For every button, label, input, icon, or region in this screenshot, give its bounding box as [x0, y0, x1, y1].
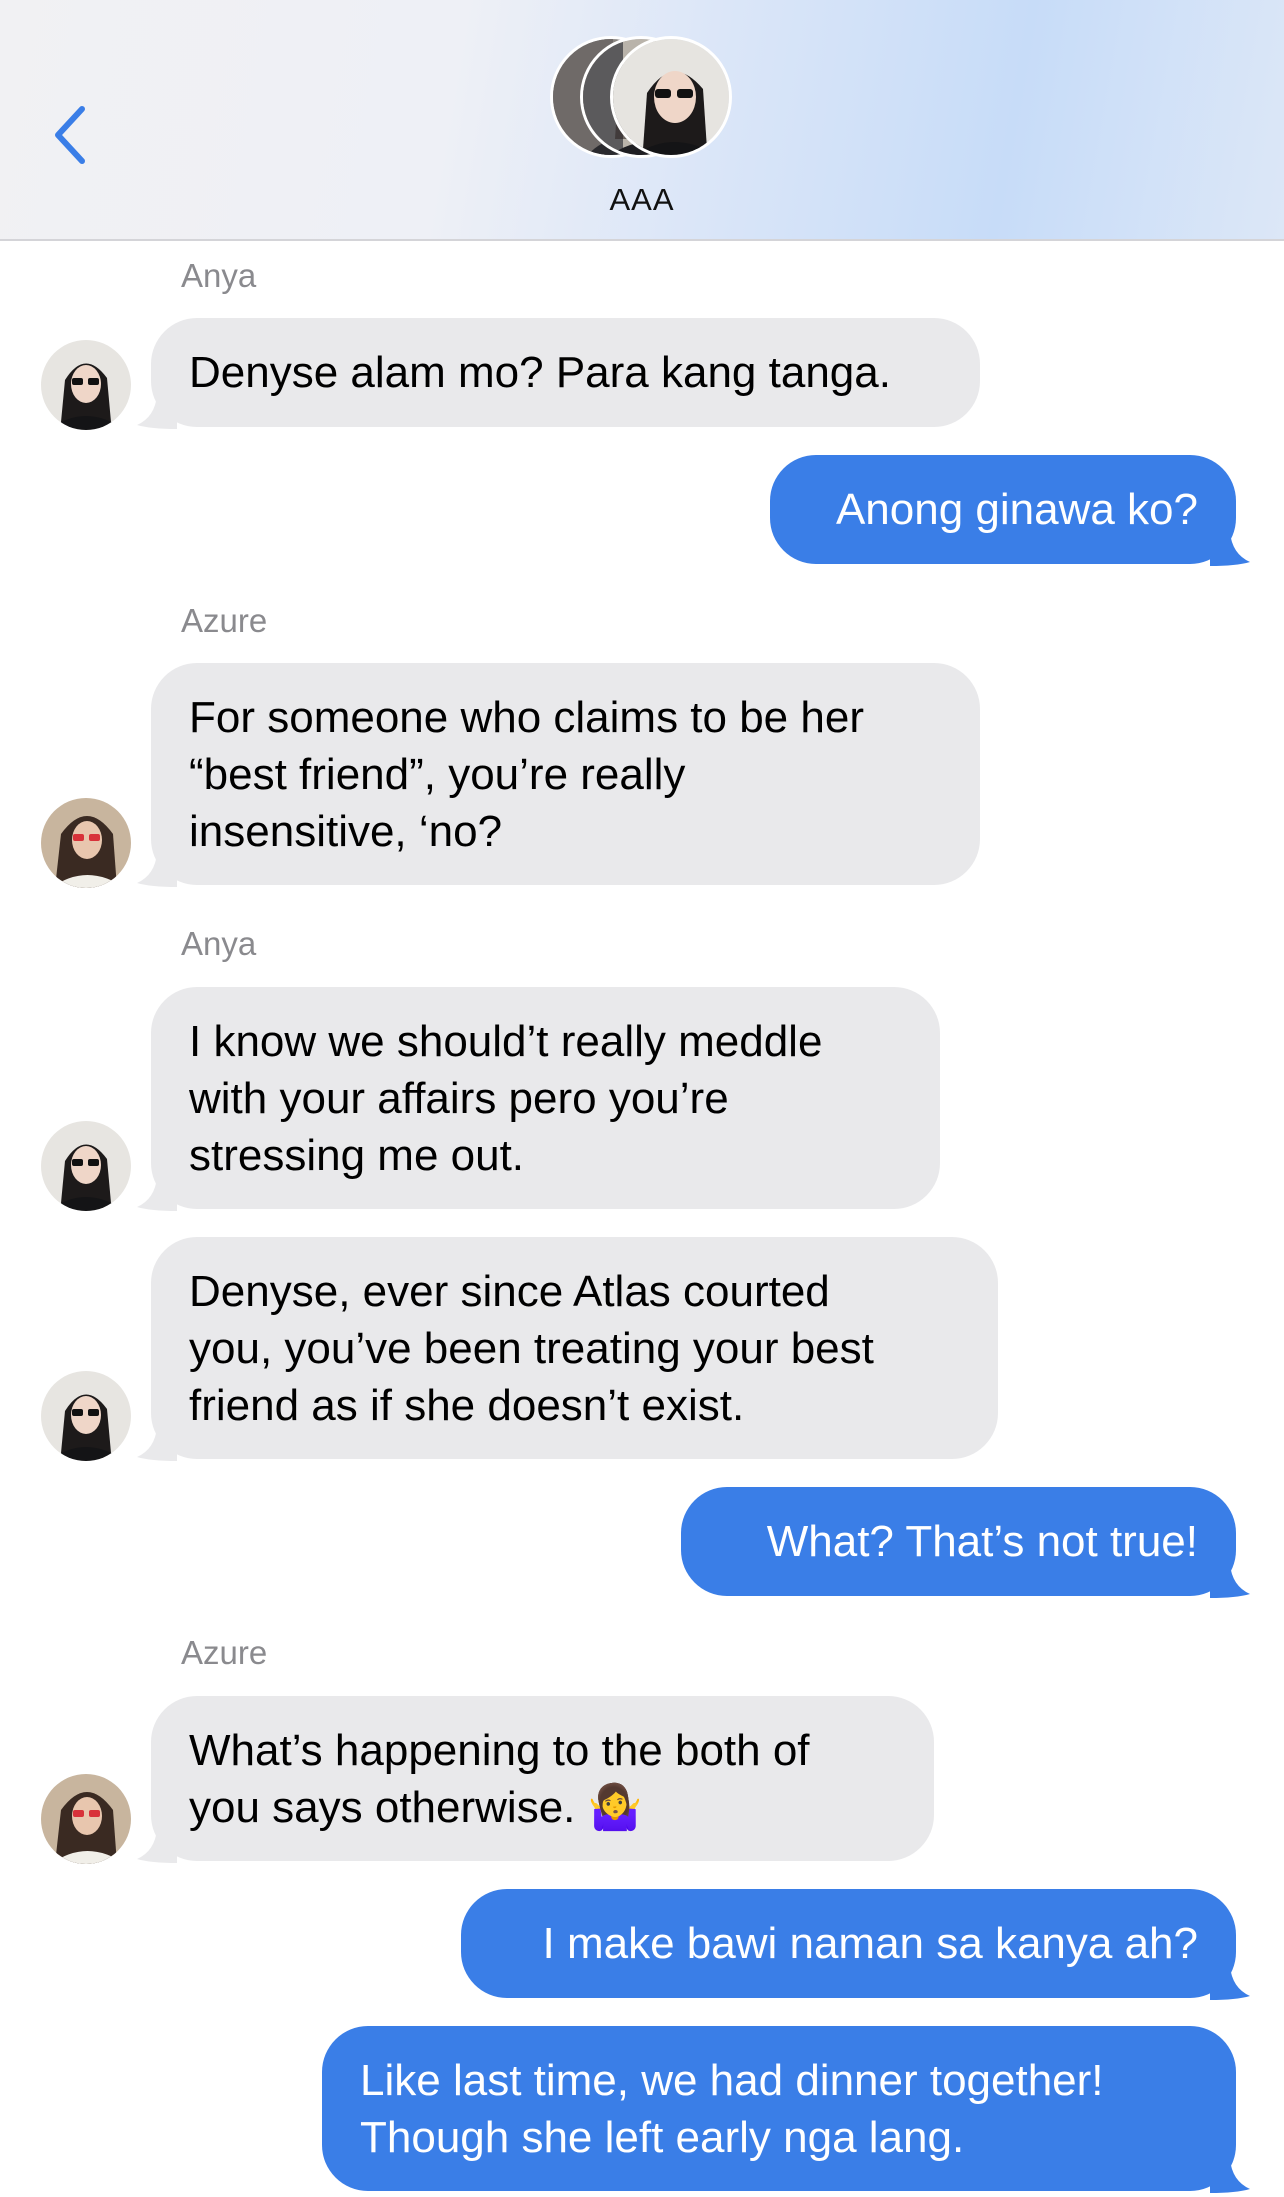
avatar-anya[interactable] [41, 1371, 131, 1461]
message-text-line: with your affairs pero you’re [189, 1074, 729, 1123]
bubble-tail [1210, 1564, 1250, 1598]
message-text-line: Though she left early nga lang. [360, 2113, 965, 2162]
message-bubble-outgoing[interactable]: I make bawi naman sa kanya ah? [461, 1889, 1250, 2000]
message-text-line: Like last time, we had dinner together! [360, 2056, 1104, 2105]
message-bubble-incoming[interactable]: What’s happening to the both of you says… [137, 1696, 934, 1863]
message-text: What? That’s not true! [766, 1517, 1198, 1566]
bubble-tail [137, 1829, 177, 1863]
message-text-line: friend as if she doesn’t exist. [189, 1381, 745, 1430]
bubble-tail [1210, 2159, 1250, 2193]
message-text-line: I know we should’t really meddle [189, 1017, 823, 1066]
back-button[interactable] [40, 95, 100, 175]
bubble-tail [137, 853, 177, 887]
sender-name: Anya [181, 257, 257, 294]
message-text-line: What’s happening to the both of [189, 1726, 810, 1775]
sender-name: Azure [181, 1634, 268, 1671]
bubble-tail [1210, 532, 1250, 566]
group-avatar-stack[interactable] [550, 36, 732, 162]
chevron-left-icon [55, 106, 85, 164]
avatar-azure[interactable] [41, 1774, 131, 1864]
avatar-anya[interactable] [41, 340, 131, 430]
message-bubble-outgoing[interactable]: What? That’s not true! [681, 1487, 1250, 1598]
bubble-tail [137, 1427, 177, 1461]
message-bubble-outgoing[interactable]: Like last time, we had dinner together! … [322, 2026, 1250, 2193]
bubble-tail [137, 1177, 177, 1211]
message-bubble-incoming[interactable]: I know we should’t really meddle with yo… [137, 987, 940, 1211]
avatar-anya[interactable] [41, 1121, 131, 1211]
message-bubble-outgoing[interactable]: Anong ginawa ko? [770, 455, 1250, 566]
message-text-line: stressing me out. [189, 1131, 525, 1180]
bubble-tail [137, 395, 177, 429]
bubble-tail [1210, 1966, 1250, 2000]
sender-name: Anya [181, 925, 257, 962]
message-text-line: Denyse, ever since Atlas courted [189, 1267, 830, 1316]
message-bubble-incoming[interactable]: Denyse alam mo? Para kang tanga. [137, 318, 980, 429]
message-text-line: you, you’ve been treating your best [189, 1324, 874, 1373]
message-bubble-incoming[interactable]: Denyse, ever since Atlas courted you, yo… [137, 1237, 998, 1461]
message-bubble-incoming[interactable]: For someone who claims to be her “best f… [137, 663, 980, 887]
message-text: I make bawi naman sa kanya ah? [542, 1919, 1199, 1968]
conversation-header: AAA [0, 0, 1284, 241]
message-text-line: you says otherwise. 🤷‍♀️ [189, 1783, 643, 1832]
sender-name: Azure [181, 602, 268, 639]
conversation-title[interactable]: AAA [0, 182, 1284, 218]
message-text-line: For someone who claims to be her [189, 693, 864, 742]
message-text: Anong ginawa ko? [835, 485, 1198, 534]
group-avatar-front [610, 36, 732, 158]
avatar-azure[interactable] [41, 798, 131, 888]
message-text-line: “best friend”, you’re really [189, 750, 686, 799]
message-text: Denyse alam mo? Para kang tanga. [189, 348, 891, 397]
message-text-line: insensitive, ‘no? [189, 807, 503, 856]
